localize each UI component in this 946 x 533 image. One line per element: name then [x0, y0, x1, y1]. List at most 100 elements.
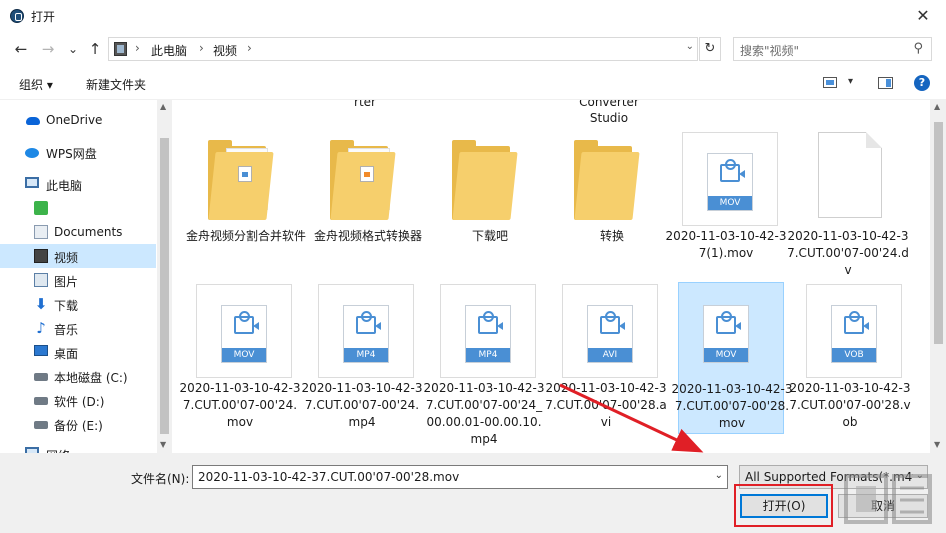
sidebar-item-label: 此电脑: [46, 179, 83, 193]
file-name-label: 下载吧: [471, 229, 508, 243]
folder-icon: [330, 138, 412, 220]
file-thumbnail: VOB: [806, 284, 902, 378]
documents-icon: [34, 225, 48, 239]
sidebar-item-label: 备份 (E:): [54, 419, 103, 433]
file-thumbnail: MOV: [679, 285, 775, 379]
new-folder-button[interactable]: 新建文件夹: [86, 76, 146, 93]
title-bar: 打开 ✕: [0, 0, 946, 32]
filename-label: 文件名(N):: [131, 472, 190, 486]
sidebar-item-downloads[interactable]: ⬇ 下载: [0, 292, 156, 316]
sidebar-item-drive-c[interactable]: 本地磁盘 (C:): [0, 364, 156, 388]
breadcrumb-videos[interactable]: 视频: [213, 42, 237, 59]
search-icon[interactable]: ⚲: [913, 41, 923, 56]
sidebar-item-videos[interactable]: 视频: [0, 244, 156, 268]
sidebar-item-label: 视频: [54, 251, 79, 265]
file-list-view: rter Converter Studio 金舟视频分割合并软件 金舟视频格式转…: [172, 100, 930, 453]
sidebar-item-wps-cloud[interactable]: WPS网盘: [0, 140, 156, 164]
download-icon: ⬇: [34, 295, 48, 313]
file-item-selected[interactable]: MOV 2020-11-03-10-42-37.CUT.00'07-00'28.…: [672, 282, 792, 434]
breadcrumb-this-pc[interactable]: 此电脑: [151, 42, 187, 59]
watermark-logo: [844, 474, 932, 524]
computer-icon: [25, 177, 39, 188]
file-name-label: 2020-11-03-10-42-37.CUT.00'07-00'28.vob: [789, 381, 911, 429]
file-item[interactable]: MP4 2020-11-03-10-42-37.CUT.00'07-00'24.…: [302, 282, 422, 432]
sidebar-item-this-pc[interactable]: 此电脑: [0, 172, 156, 196]
file-item[interactable]: VOB 2020-11-03-10-42-37.CUT.00'07-00'28.…: [789, 282, 911, 432]
folder-item[interactable]: 金舟视频格式转换器: [314, 130, 422, 280]
file-thumbnail: MOV: [682, 132, 778, 226]
up-arrow-icon[interactable]: ↑: [86, 40, 104, 58]
video-file-icon: MP4: [343, 305, 389, 363]
file-thumbnail: MP4: [440, 284, 536, 378]
scroll-up-icon[interactable]: ▲: [934, 102, 940, 111]
filename-value: 2020-11-03-10-42-37.CUT.00'07-00'28.mov: [198, 470, 460, 484]
forward-arrow-icon[interactable]: →: [39, 40, 57, 58]
app-icon: [10, 9, 24, 23]
sidebar-scrollbar[interactable]: ▲ ▼: [157, 100, 172, 453]
file-item[interactable]: 2020-11-03-10-42-37.CUT.00'07-00'24.dv: [787, 130, 909, 280]
recent-locations-chevron-icon[interactable]: ⌄: [64, 40, 82, 58]
partial-item-label: Converter Studio: [579, 100, 639, 125]
sidebar-item-drive-e[interactable]: 备份 (E:): [0, 412, 156, 436]
scroll-up-icon[interactable]: ▲: [160, 102, 166, 111]
close-icon[interactable]: ✕: [900, 0, 946, 32]
file-list-scrollbar[interactable]: ▲ ▼: [930, 100, 946, 453]
sidebar-item-label: 桌面: [54, 347, 79, 361]
file-thumbnail: MP4: [318, 284, 414, 378]
preview-pane-icon[interactable]: [878, 77, 893, 89]
address-bar[interactable]: › 此电脑 › 视频 › ⌄: [108, 37, 698, 61]
file-list-scroll-thumb[interactable]: [934, 122, 943, 344]
back-arrow-icon[interactable]: ←: [12, 40, 30, 58]
organize-menu-button[interactable]: 组织 ▾: [19, 76, 53, 93]
file-name-label: 2020-11-03-10-42-37.CUT.00'07-00'24.mov: [179, 381, 301, 429]
folder-item[interactable]: 金舟视频分割合并软件: [186, 130, 306, 280]
breadcrumb-separator: ›: [247, 41, 252, 55]
search-input[interactable]: 搜索"视频" ⚲: [733, 37, 932, 61]
sidebar-item-desktop[interactable]: 桌面: [0, 340, 156, 364]
file-name-label: 2020-11-03-10-42-37(1).mov: [665, 229, 787, 260]
file-item[interactable]: MOV 2020-11-03-10-42-37(1).mov: [666, 130, 786, 280]
file-item[interactable]: MP4 2020-11-03-10-42-37.CUT.00'07-00'24_…: [424, 282, 544, 446]
navigation-pane: OneDrive WPS网盘 此电脑 Documents 视频 图片 ⬇ 下载 …: [0, 100, 172, 453]
green-app-icon: [34, 201, 48, 215]
sidebar-item-label: 音乐: [54, 323, 79, 337]
sidebar-item-onedrive[interactable]: OneDrive: [0, 108, 156, 132]
view-options-icon[interactable]: [823, 77, 837, 88]
file-type-badge: MOV: [708, 196, 752, 210]
file-item[interactable]: AVI 2020-11-03-10-42-37.CUT.00'07-00'28.…: [545, 282, 667, 432]
scroll-down-icon[interactable]: ▼: [934, 440, 940, 449]
folder-item[interactable]: 下载吧: [438, 130, 542, 280]
file-type-badge: MP4: [344, 348, 388, 362]
video-file-icon: MP4: [465, 305, 511, 363]
refresh-icon[interactable]: ↻: [699, 37, 721, 61]
video-folder-icon: [34, 249, 48, 263]
sidebar-item-pictures[interactable]: 图片: [0, 268, 156, 292]
filename-input[interactable]: 2020-11-03-10-42-37.CUT.00'07-00'28.mov …: [192, 465, 728, 489]
partial-item-label: rter: [354, 100, 376, 109]
file-name-label: 2020-11-03-10-42-37.CUT.00'07-00'24.mp4: [301, 381, 423, 429]
sidebar-item-documents[interactable]: Documents: [0, 220, 156, 244]
sidebar-scroll-thumb[interactable]: [160, 138, 169, 434]
folder-icon: [574, 138, 656, 220]
drive-e-icon: [34, 421, 48, 429]
file-item[interactable]: MOV 2020-11-03-10-42-37.CUT.00'07-00'24.…: [180, 282, 300, 432]
video-file-icon: MOV: [707, 153, 753, 211]
sidebar-item-app[interactable]: [0, 196, 156, 220]
help-icon[interactable]: ?: [914, 75, 930, 91]
video-file-icon: AVI: [587, 305, 633, 363]
sidebar-item-label: 下载: [54, 299, 79, 313]
address-dropdown-icon[interactable]: ⌄: [686, 41, 694, 52]
sidebar-item-music[interactable]: ♪ 音乐: [0, 316, 156, 340]
search-placeholder: 搜索"视频": [740, 44, 800, 58]
drive-c-icon: [34, 373, 48, 381]
music-icon: ♪: [36, 319, 46, 337]
file-type-badge: VOB: [832, 348, 876, 362]
scroll-down-icon[interactable]: ▼: [160, 440, 166, 449]
sidebar-item-drive-d[interactable]: 软件 (D:): [0, 388, 156, 412]
file-name-label: 2020-11-03-10-42-37.CUT.00'07-00'24.dv: [787, 229, 909, 277]
sidebar-item-network[interactable]: 网络: [0, 442, 156, 453]
filename-dropdown-icon[interactable]: ⌄: [715, 470, 723, 481]
folder-item[interactable]: 转换: [560, 130, 664, 280]
file-type-badge: MP4: [466, 348, 510, 362]
view-dropdown-icon[interactable]: ▾: [848, 76, 853, 87]
